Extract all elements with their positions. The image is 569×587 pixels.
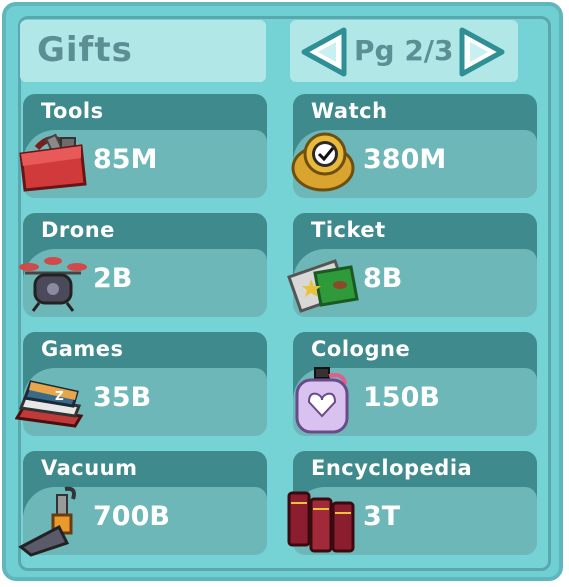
- gift-price: 150B: [363, 382, 440, 413]
- gift-price: 700B: [93, 501, 170, 532]
- watch-icon: [291, 132, 355, 192]
- gift-card-watch[interactable]: Watch 380M: [291, 94, 537, 198]
- gift-label: Tools: [41, 99, 104, 123]
- gift-label: Encyclopedia: [311, 456, 473, 480]
- toolbox-icon: [19, 133, 87, 192]
- gift-price: 85M: [93, 144, 158, 175]
- cologne-icon: [295, 367, 349, 434]
- page-title: Gifts: [37, 30, 133, 70]
- gift-price: 3T: [363, 501, 401, 532]
- drone-icon: [19, 257, 87, 312]
- gift-price: 35B: [93, 382, 152, 413]
- pager: Pg 2/3: [290, 20, 518, 82]
- gift-card-encyclopedia[interactable]: Encyclopedia 3T: [287, 451, 537, 555]
- gift-label: Vacuum: [41, 456, 138, 480]
- page-indicator: Pg 2/3: [354, 34, 454, 67]
- gift-card-ticket[interactable]: Ticket 8B: [287, 213, 537, 317]
- gift-card-drone[interactable]: Drone 2B: [19, 213, 267, 317]
- gift-price: 8B: [363, 263, 403, 294]
- next-page-arrow-icon[interactable]: [456, 26, 508, 78]
- prev-page-arrow-icon[interactable]: [298, 26, 350, 78]
- svg-text:Z: Z: [55, 389, 64, 403]
- gift-card-tools[interactable]: Tools 85M: [19, 94, 267, 198]
- gift-card-cologne[interactable]: Cologne 150B: [293, 332, 537, 436]
- gift-label: Games: [41, 337, 124, 361]
- gift-label: Drone: [41, 218, 115, 242]
- gift-label: Watch: [311, 99, 388, 123]
- games-icon: Z: [15, 380, 84, 428]
- ticket-icon: [287, 259, 359, 313]
- gift-price: 2B: [93, 263, 133, 294]
- title-box: Gifts: [20, 20, 266, 82]
- books-icon: [287, 491, 355, 553]
- gift-label: Cologne: [311, 337, 411, 361]
- gift-price: 380M: [363, 144, 447, 175]
- gift-label: Ticket: [311, 218, 386, 242]
- vacuum-icon: [18, 486, 76, 557]
- gift-card-vacuum[interactable]: Vacuum 700B: [18, 451, 267, 557]
- gift-card-games[interactable]: Games Z 35B: [15, 332, 267, 436]
